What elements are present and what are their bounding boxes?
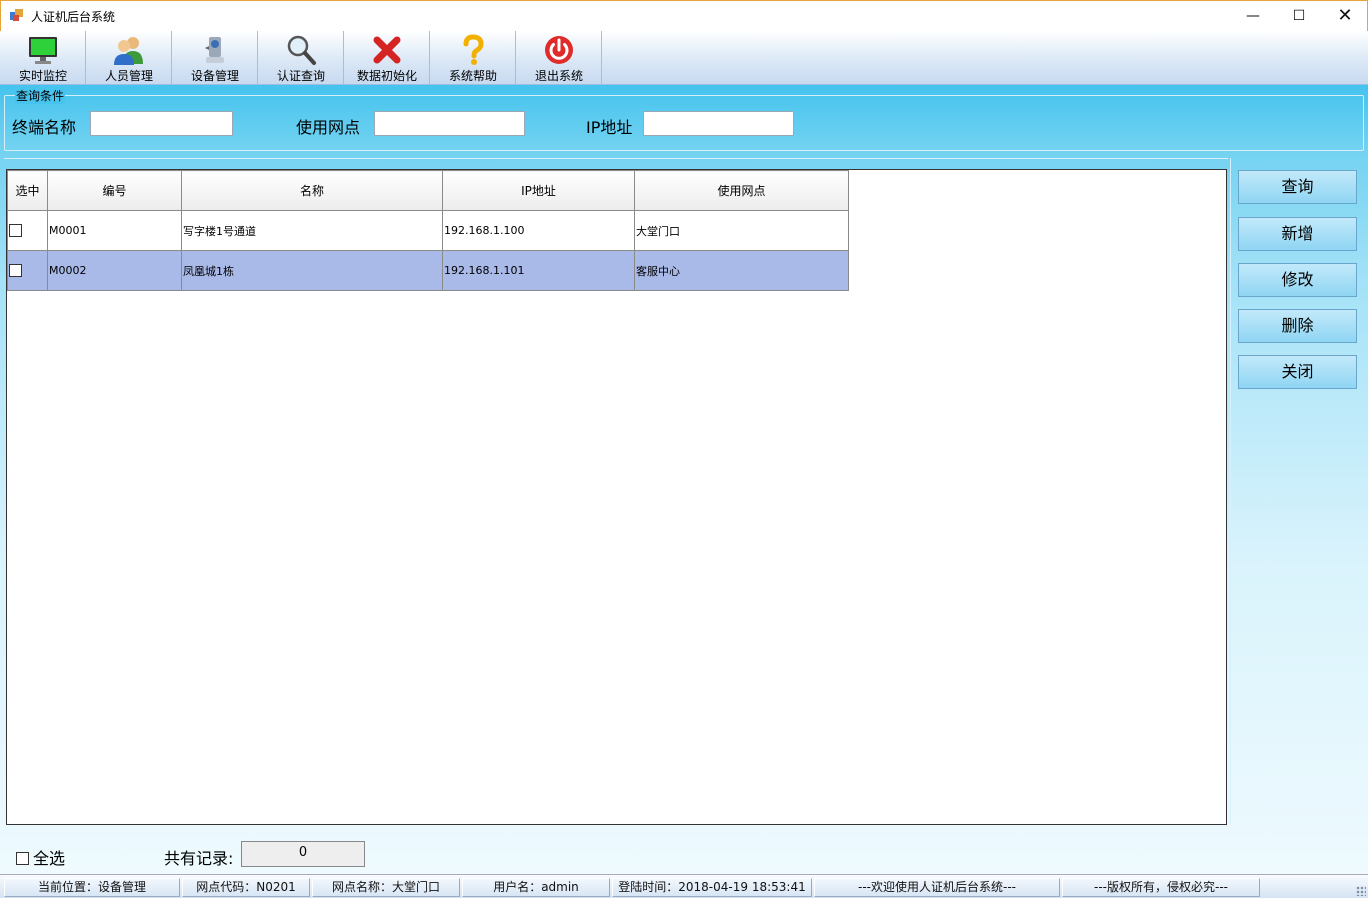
device-grid: 选中 编号 名称 IP地址 使用网点 M0001 写字楼1号通道 192.168…: [6, 169, 1227, 825]
status-login-time: 登陆时间：2018-04-19 18:53:41: [612, 878, 812, 897]
select-all-label: 全选: [33, 849, 66, 868]
column-header-select[interactable]: 选中: [7, 170, 48, 211]
row-select-cell[interactable]: [7, 210, 48, 251]
main-area: 查询条件 终端名称 使用网点 IP地址 选中 编号 名称 IP地址 使用网点 M…: [0, 85, 1368, 874]
toolbar-search-button[interactable]: 认证查询: [258, 31, 344, 85]
cell-site: 大堂门口: [634, 210, 849, 251]
query-button[interactable]: 查询: [1238, 170, 1357, 204]
table-header-row: 选中 编号 名称 IP地址 使用网点: [7, 170, 849, 211]
toolbar-label: 认证查询: [276, 69, 325, 83]
query-legend: 查询条件: [15, 87, 66, 104]
toolbar-exit-button[interactable]: 退出系统: [516, 31, 602, 85]
maximize-button[interactable]: ☐: [1276, 1, 1322, 31]
status-user: 用户名：admin: [462, 878, 610, 897]
toolbar-monitor-button[interactable]: 实时监控: [0, 31, 86, 85]
device-icon: [205, 37, 224, 63]
cell-ip: 192.168.1.101: [442, 250, 635, 291]
side-button-panel: 查询 新增 修改 删除 关闭: [1230, 158, 1364, 824]
ip-label: IP地址: [586, 118, 633, 137]
select-all-box[interactable]: [16, 852, 29, 865]
grid-panel: 选中 编号 名称 IP地址 使用网点 M0001 写字楼1号通道 192.168…: [4, 158, 1228, 825]
resize-grip-icon[interactable]: [1356, 886, 1366, 896]
red-x-icon: [373, 36, 401, 64]
divider: [4, 827, 1364, 828]
table-row[interactable]: M0001 写字楼1号通道 192.168.1.100 大堂门口: [7, 210, 849, 251]
window-title: 人证机后台系统: [31, 10, 116, 24]
column-header-name[interactable]: 名称: [181, 170, 443, 211]
site-label: 使用网点: [296, 118, 361, 137]
users-icon: [114, 37, 143, 65]
minimize-button[interactable]: —: [1230, 1, 1276, 31]
column-header-site[interactable]: 使用网点: [634, 170, 849, 211]
cell-code: M0001: [47, 210, 182, 251]
table-row[interactable]: M0002 凤凰城1栋 192.168.1.101 客服中心: [7, 250, 849, 291]
cell-name: 写字楼1号通道: [181, 210, 443, 251]
select-all-checkbox[interactable]: 全选: [16, 845, 65, 869]
device-table: 选中 编号 名称 IP地址 使用网点 M0001 写字楼1号通道 192.168…: [7, 170, 849, 291]
close-button[interactable]: 关闭: [1238, 355, 1357, 389]
toolbar-label: 系统帮助: [448, 69, 497, 83]
search-icon: [287, 35, 316, 65]
row-checkbox[interactable]: [9, 224, 22, 238]
status-site-code: 网点代码：N0201: [182, 878, 310, 897]
help-icon: [463, 34, 484, 65]
toolbar-init-data-button[interactable]: 数据初始化: [344, 31, 430, 85]
terminal-name-input[interactable]: [90, 111, 233, 136]
toolbar-label: 设备管理: [190, 69, 239, 83]
edit-button[interactable]: 修改: [1238, 263, 1357, 297]
ip-input[interactable]: [643, 111, 794, 136]
title-bar: 人证机后台系统 — ☐ ✕: [0, 0, 1368, 31]
query-groupbox: 查询条件 终端名称 使用网点 IP地址: [4, 87, 1364, 151]
cell-site: 客服中心: [634, 250, 849, 291]
record-count-label: 共有记录:: [164, 849, 234, 868]
row-checkbox[interactable]: [9, 264, 22, 278]
cell-ip: 192.168.1.100: [442, 210, 635, 251]
toolbar-label: 人员管理: [104, 69, 153, 83]
app-icon: [10, 9, 23, 21]
toolbar-device-button[interactable]: 设备管理: [172, 31, 258, 85]
toolbar-label: 数据初始化: [356, 69, 417, 83]
status-location: 当前位置：设备管理: [4, 878, 180, 897]
terminal-name-label: 终端名称: [12, 118, 77, 137]
delete-button[interactable]: 删除: [1238, 309, 1357, 343]
main-toolbar: 实时监控 人员管理 设备管理 认证查询 数据初始化 系统帮助 退出系统: [0, 31, 1368, 85]
toolbar-label: 退出系统: [534, 69, 583, 83]
toolbar-help-button[interactable]: 系统帮助: [430, 31, 516, 85]
status-copyright: ---版权所有，侵权必究---: [1062, 878, 1260, 897]
toolbar-users-button[interactable]: 人员管理: [86, 31, 172, 85]
column-header-ip[interactable]: IP地址: [442, 170, 635, 211]
close-window-button[interactable]: ✕: [1322, 1, 1368, 31]
cell-code: M0002: [47, 250, 182, 291]
toolbar-label: 实时监控: [18, 69, 67, 83]
power-icon: [545, 36, 573, 64]
monitor-icon: [29, 37, 57, 64]
status-welcome: ---欢迎使用人证机后台系统---: [814, 878, 1060, 897]
add-button[interactable]: 新增: [1238, 217, 1357, 251]
column-header-code[interactable]: 编号: [47, 170, 182, 211]
site-input[interactable]: [374, 111, 525, 136]
status-bar: 当前位置：设备管理 网点代码：N0201 网点名称：大堂门口 用户名：admin…: [0, 874, 1368, 898]
record-count-value: 0: [241, 841, 365, 867]
cell-name: 凤凰城1栋: [181, 250, 443, 291]
status-site-name: 网点名称：大堂门口: [312, 878, 460, 897]
row-select-cell[interactable]: [7, 250, 48, 291]
